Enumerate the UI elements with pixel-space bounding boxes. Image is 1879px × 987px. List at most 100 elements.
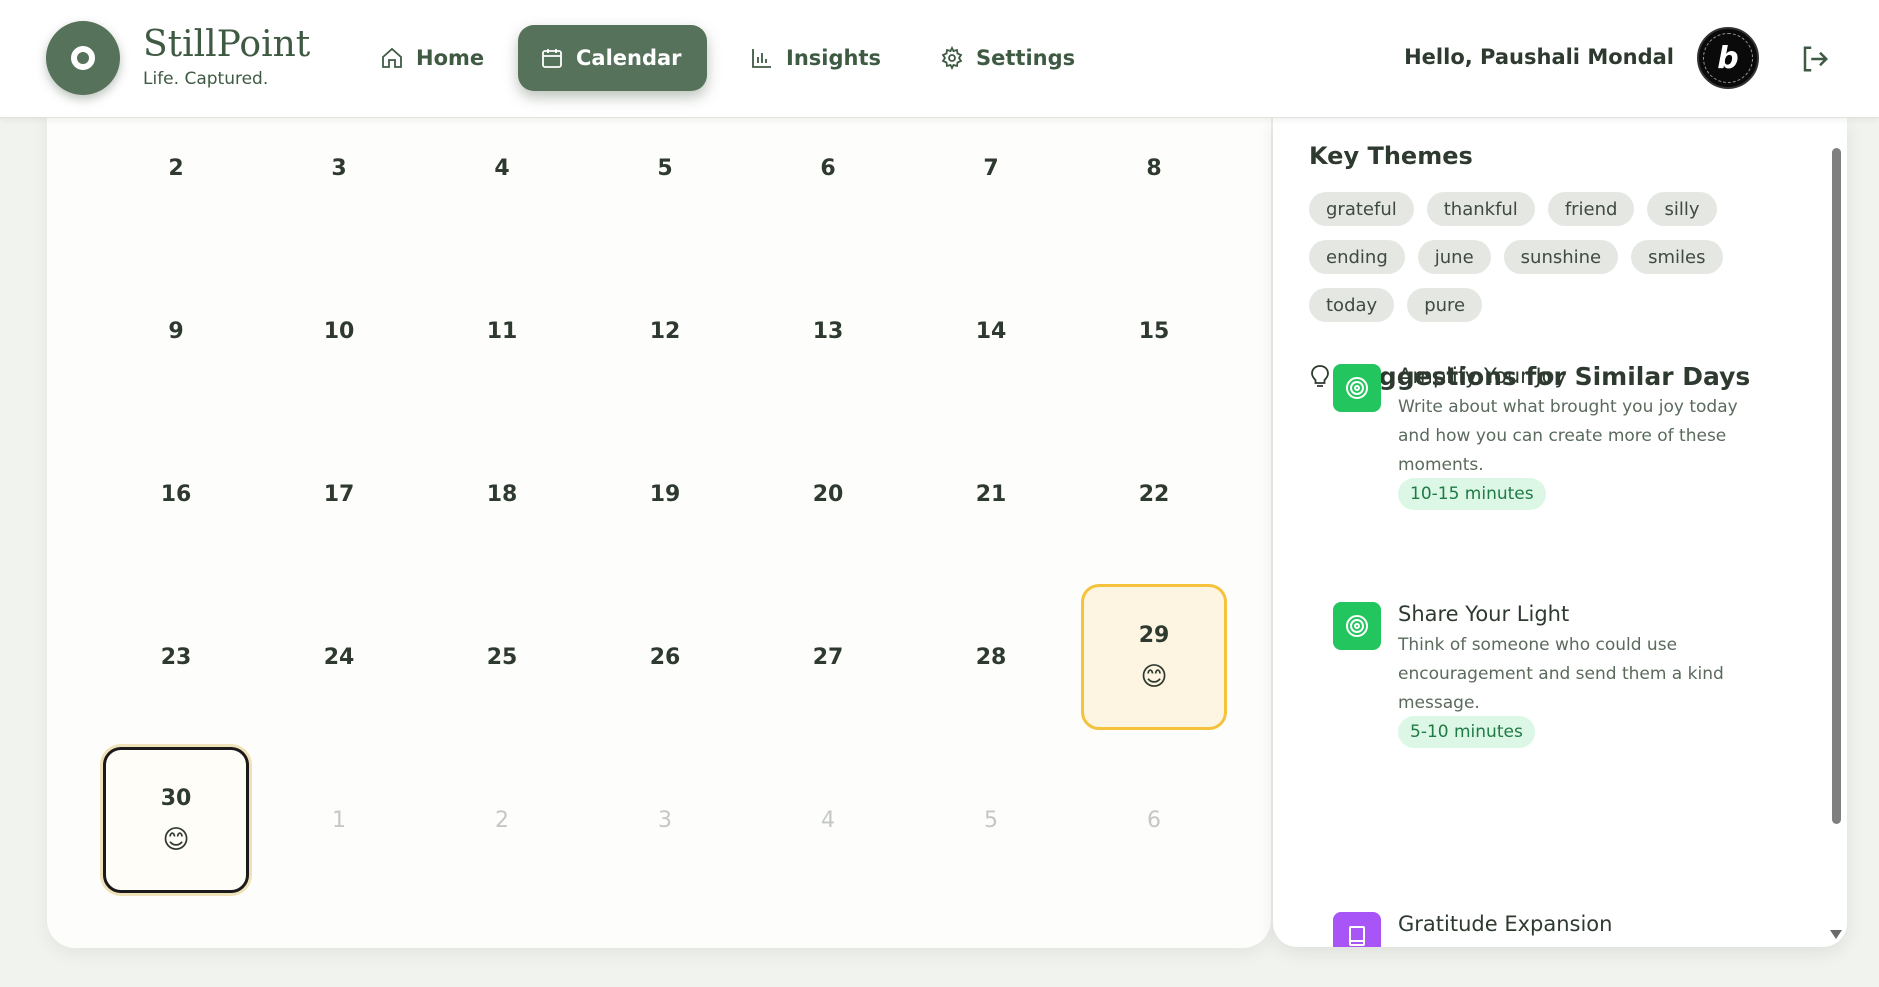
mood-emoji: 😊 bbox=[1140, 661, 1168, 692]
day-number: 25 bbox=[486, 644, 518, 670]
calendar-day[interactable]: 17 bbox=[266, 421, 412, 567]
calendar-day[interactable]: 2 bbox=[429, 747, 575, 893]
calendar-day[interactable]: 14 bbox=[918, 258, 1064, 404]
calendar-day[interactable]: 16 bbox=[103, 421, 249, 567]
calendar-day[interactable]: 20 bbox=[755, 421, 901, 567]
suggestion-title[interactable]: Share Your Light bbox=[1398, 602, 1569, 626]
day-number: 15 bbox=[1138, 318, 1170, 344]
calendar-day[interactable]: 24 bbox=[266, 584, 412, 730]
suggestion-title[interactable]: Gratitude Expansion bbox=[1398, 912, 1612, 936]
calendar-day-with-entry[interactable]: 29 😊 bbox=[1081, 584, 1227, 730]
theme-chip[interactable]: grateful bbox=[1309, 192, 1414, 226]
nav-calendar[interactable]: Calendar bbox=[518, 25, 707, 91]
calendar-day[interactable]: 3 bbox=[592, 747, 738, 893]
logout-icon bbox=[1803, 46, 1829, 72]
logo-icon[interactable] bbox=[46, 21, 120, 95]
day-number: 8 bbox=[1146, 155, 1162, 181]
calendar-day[interactable]: 27 bbox=[755, 584, 901, 730]
user-greeting: Hello, Paushali Mondal bbox=[1404, 45, 1674, 69]
day-number: 14 bbox=[975, 318, 1007, 344]
calendar-day[interactable]: 5 bbox=[918, 747, 1064, 893]
bar-chart-icon bbox=[752, 49, 771, 68]
calendar-day[interactable]: 4 bbox=[429, 105, 575, 241]
theme-chip[interactable]: today bbox=[1309, 288, 1395, 322]
mood-emoji: 😊 bbox=[162, 824, 190, 855]
avatar-letter: b bbox=[1717, 40, 1739, 76]
day-insights-panel: Key Themes grateful thankful friend silly en… bbox=[1273, 118, 1847, 947]
calendar-day[interactable]: 2 bbox=[103, 105, 249, 241]
calendar-day[interactable]: 4 bbox=[755, 747, 901, 893]
brand-name: StillPoint bbox=[143, 24, 311, 65]
nav-settings-label: Settings bbox=[976, 46, 1076, 70]
day-number: 21 bbox=[975, 481, 1007, 507]
calendar-day[interactable]: 23 bbox=[103, 584, 249, 730]
home-icon bbox=[382, 47, 402, 68]
scrollbar-thumb[interactable] bbox=[1832, 148, 1841, 824]
suggestion-description: Write about what brought you joy today a… bbox=[1398, 397, 1738, 475]
calendar-day-today[interactable]: 30 😊 bbox=[103, 747, 249, 893]
calendar-day[interactable]: 9 bbox=[103, 258, 249, 404]
calendar-day[interactable]: 5 bbox=[592, 105, 738, 241]
calendar-day[interactable]: 21 bbox=[918, 421, 1064, 567]
duration-badge: 5-10 minutes bbox=[1398, 716, 1535, 748]
day-number: 4 bbox=[821, 807, 835, 833]
day-number: 5 bbox=[984, 807, 998, 833]
key-themes-title: Key Themes bbox=[1309, 142, 1473, 170]
day-number: 18 bbox=[486, 481, 518, 507]
day-number: 24 bbox=[323, 644, 355, 670]
day-number: 12 bbox=[649, 318, 681, 344]
suggestion-title[interactable]: Amplify Your Joy bbox=[1398, 364, 1567, 388]
day-number: 26 bbox=[649, 644, 681, 670]
brand-tagline: Life. Captured. bbox=[143, 69, 269, 89]
calendar-day[interactable]: 10 bbox=[266, 258, 412, 404]
calendar-day[interactable]: 11 bbox=[429, 258, 575, 404]
target-icon bbox=[1333, 602, 1381, 650]
day-number: 23 bbox=[160, 644, 192, 670]
calendar-day[interactable]: 15 bbox=[1081, 258, 1227, 404]
theme-chip[interactable]: smiles bbox=[1631, 240, 1723, 274]
theme-chip[interactable]: silly bbox=[1647, 192, 1717, 226]
nav-insights[interactable]: Insights bbox=[728, 25, 903, 91]
theme-chip[interactable]: pure bbox=[1407, 288, 1483, 322]
day-number: 11 bbox=[486, 318, 518, 344]
calendar-day[interactable]: 6 bbox=[1081, 747, 1227, 893]
theme-chip[interactable]: sunshine bbox=[1503, 240, 1619, 274]
day-number: 28 bbox=[975, 644, 1007, 670]
calendar-day[interactable]: 8 bbox=[1081, 105, 1227, 241]
logout-button[interactable] bbox=[1800, 44, 1830, 74]
theme-chip[interactable]: ending bbox=[1309, 240, 1405, 274]
book-icon bbox=[1333, 912, 1381, 947]
day-number: 10 bbox=[323, 318, 355, 344]
day-number: 9 bbox=[168, 318, 184, 344]
calendar-day[interactable]: 28 bbox=[918, 584, 1064, 730]
day-number: 30 bbox=[160, 785, 192, 811]
avatar[interactable]: b bbox=[1697, 27, 1759, 89]
theme-chip[interactable]: june bbox=[1417, 240, 1491, 274]
day-number: 1 bbox=[332, 807, 346, 833]
scroll-down-arrow-icon[interactable] bbox=[1830, 930, 1842, 939]
calendar-day[interactable]: 6 bbox=[755, 105, 901, 241]
calendar-grid: 2 3 4 5 6 7 8 9 10 11 12 13 14 15 16 17 18 19 20 21 22 23 24 25… bbox=[47, 105, 1271, 948]
nav-insights-label: Insights bbox=[786, 46, 881, 70]
day-number: 2 bbox=[495, 807, 509, 833]
suggestion-description: Think of someone who could use encourage… bbox=[1398, 635, 1724, 713]
lightbulb-icon bbox=[1311, 364, 1329, 387]
calendar-day[interactable]: 7 bbox=[918, 105, 1064, 241]
calendar-day[interactable]: 13 bbox=[755, 258, 901, 404]
calendar-day[interactable]: 18 bbox=[429, 421, 575, 567]
calendar-day[interactable]: 3 bbox=[266, 105, 412, 241]
theme-chip[interactable]: thankful bbox=[1426, 192, 1535, 226]
calendar-day[interactable]: 25 bbox=[429, 584, 575, 730]
calendar-day[interactable]: 22 bbox=[1081, 421, 1227, 567]
calendar-day[interactable]: 26 bbox=[592, 584, 738, 730]
theme-chip[interactable]: friend bbox=[1547, 192, 1635, 226]
day-number: 22 bbox=[1138, 481, 1170, 507]
day-number: 6 bbox=[1147, 807, 1161, 833]
nav-home[interactable]: Home bbox=[358, 25, 506, 91]
day-number: 19 bbox=[649, 481, 681, 507]
calendar-day[interactable]: 19 bbox=[592, 421, 738, 567]
calendar-day[interactable]: 1 bbox=[266, 747, 412, 893]
nav-settings[interactable]: Settings bbox=[918, 25, 1097, 91]
gear-icon bbox=[941, 46, 963, 70]
calendar-day[interactable]: 12 bbox=[592, 258, 738, 404]
